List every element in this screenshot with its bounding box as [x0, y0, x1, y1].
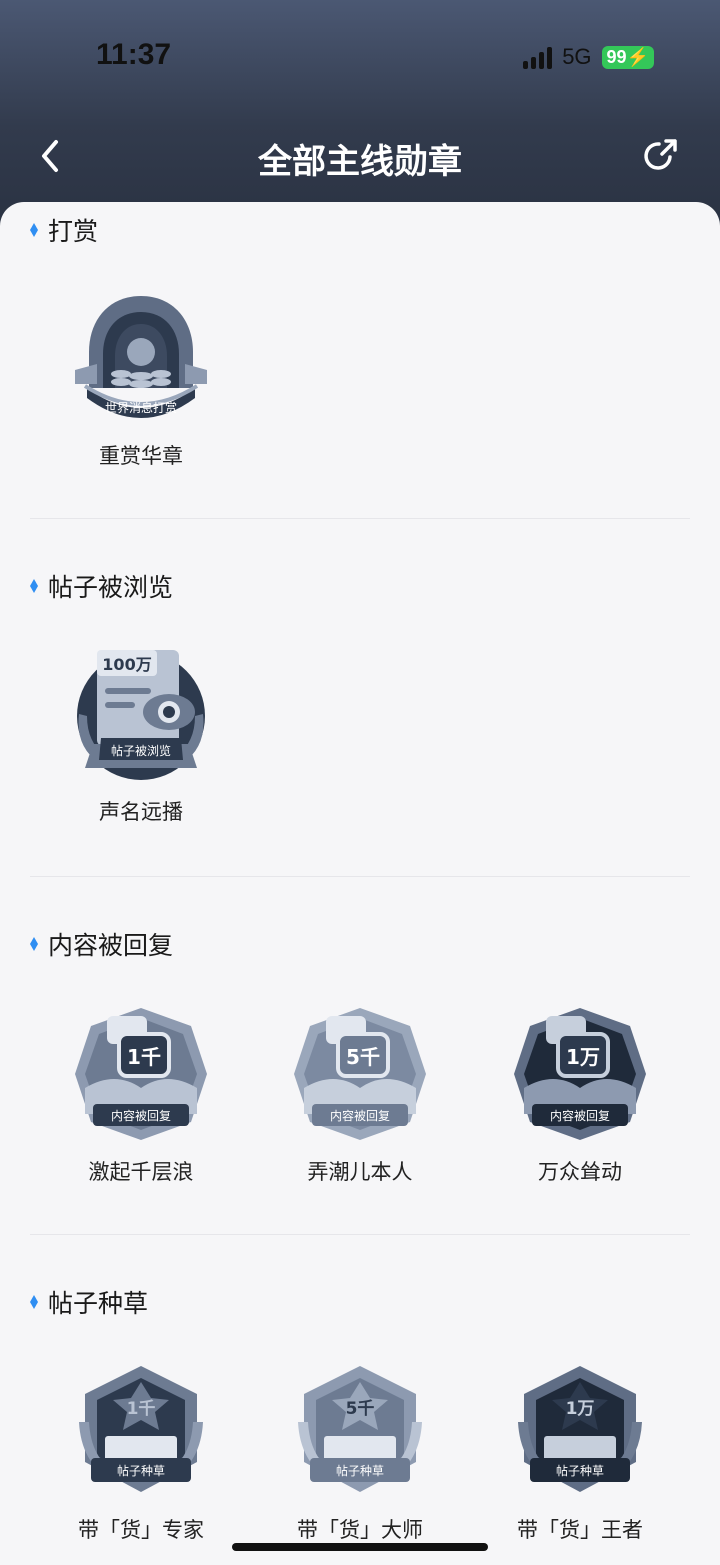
divider	[30, 1234, 690, 1235]
medal-label: 帖子种草	[556, 1463, 604, 1478]
badge-list[interactable]: 打赏 世界消息打赏 重赏华章 帖子被浏览 100万 帖子被浏览 声名远播 内容被…	[0, 202, 720, 1565]
badge-item[interactable]: 1万 帖子种草 带「货」王者	[505, 1362, 655, 1544]
divider	[30, 876, 690, 877]
badge-item[interactable]: 100万 帖子被浏览 声名远播	[66, 644, 216, 826]
section-title: 内容被回复	[48, 931, 174, 960]
medal-icon: 1万 帖子种草	[518, 1366, 642, 1492]
badge-item[interactable]: 1千 帖子种草 带「货」专家	[66, 1362, 216, 1544]
badge-name: 重赏华章	[99, 444, 183, 468]
badge-item[interactable]: 1千 内容被回复 激起千层浪	[66, 1004, 216, 1186]
badge-name: 带「货」王者	[517, 1518, 643, 1542]
badge-name: 激起千层浪	[88, 1160, 194, 1184]
badge-item[interactable]: 1万 内容被回复 万众耸动	[505, 1004, 655, 1186]
medal-label: 内容被回复	[111, 1108, 171, 1123]
diamond-icon	[30, 937, 38, 951]
count-label: 1千	[127, 1045, 161, 1069]
battery-level: 99	[606, 46, 627, 67]
count-label: 5千	[346, 1045, 380, 1069]
medal-label: 世界消息打赏	[105, 400, 177, 415]
count-label: 1千	[127, 1399, 156, 1419]
diamond-icon	[30, 579, 38, 593]
medal-label: 帖子种草	[336, 1463, 384, 1478]
diamond-icon	[30, 1295, 38, 1309]
count-label: 100万	[102, 655, 151, 674]
page-title: 全部主线勋章	[258, 142, 462, 182]
status-time: 11:37	[96, 38, 172, 71]
badge-name: 声名远播	[99, 800, 183, 824]
medal-icon: 1千 内容被回复	[75, 1008, 207, 1140]
badge-name: 弄潮儿本人	[307, 1160, 413, 1184]
medal-icon: 世界消息打赏	[75, 296, 207, 418]
medal-icon: 5千 帖子种草	[298, 1366, 422, 1492]
badge-name: 万众耸动	[538, 1160, 622, 1184]
signal-icon	[523, 45, 553, 69]
home-indicator[interactable]	[232, 1543, 488, 1551]
section-title: 帖子种草	[48, 1289, 149, 1318]
medal-label: 内容被回复	[330, 1108, 390, 1123]
section-title: 帖子被浏览	[48, 573, 174, 602]
badge-item[interactable]: 5千 帖子种草 带「货」大师	[285, 1362, 435, 1544]
medal-label: 帖子被浏览	[111, 743, 171, 758]
network-type: 5G	[562, 44, 592, 69]
badge-item[interactable]: 世界消息打赏 重赏华章	[66, 288, 216, 470]
section-title: 打赏	[48, 217, 99, 246]
count-label: 1万	[566, 1399, 595, 1419]
header: 11:37 5G 99⚡ 全部主线勋章	[0, 0, 720, 230]
medal-icon: 5千 内容被回复	[294, 1008, 426, 1140]
badge-name: 带「货」大师	[297, 1518, 423, 1542]
count-label: 5千	[346, 1399, 375, 1419]
share-icon[interactable]	[640, 136, 680, 176]
status-indicators: 5G 99⚡	[523, 44, 654, 70]
medal-label: 帖子种草	[117, 1463, 165, 1478]
diamond-icon	[30, 223, 38, 237]
medal-icon: 1万 内容被回复	[514, 1008, 646, 1140]
medal-label: 内容被回复	[550, 1108, 610, 1123]
battery-icon: 99⚡	[601, 45, 654, 69]
badge-name: 带「货」专家	[78, 1518, 204, 1542]
badge-item[interactable]: 5千 内容被回复 弄潮儿本人	[285, 1004, 435, 1186]
medal-icon: 100万 帖子被浏览	[77, 650, 205, 780]
count-label: 1万	[566, 1045, 600, 1069]
medal-icon: 1千 帖子种草	[79, 1366, 203, 1492]
divider	[30, 518, 690, 519]
